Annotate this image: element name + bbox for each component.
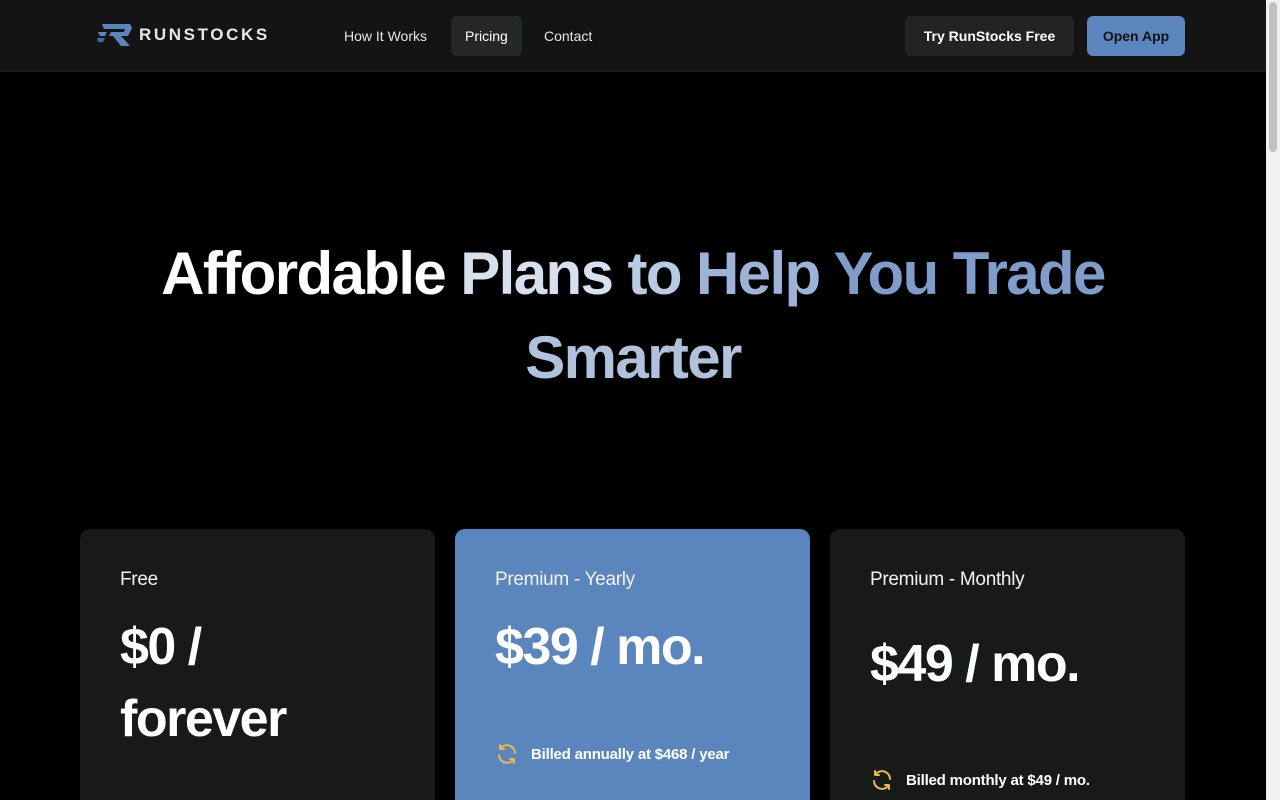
plan-price: $39 / mo. — [495, 618, 706, 676]
runstocks-logo-icon — [97, 24, 132, 46]
plan-card-premium-monthly: Premium - Monthly $49 / mo. Billed month… — [830, 529, 1185, 800]
title-word: Affordable — [161, 240, 447, 307]
plan-name: Premium - Yearly — [495, 569, 635, 590]
plan-price: $0 / — [120, 618, 202, 676]
plan-card-premium-yearly: Premium - Yearly $39 / mo. Billed annual… — [455, 529, 810, 800]
billing-note: Billed annually at $468 / year — [495, 742, 729, 766]
page-title: Affordable Plans to Help You Trade Smart… — [100, 232, 1166, 400]
billing-note: Billed monthly at $49 / mo. — [870, 768, 1090, 792]
refresh-icon — [498, 744, 516, 764]
title-word: Smarter — [525, 324, 742, 391]
open-app-button[interactable]: Open App — [1087, 16, 1185, 56]
title-word: Help — [695, 240, 821, 307]
scrollbar-thumb[interactable] — [1269, 2, 1277, 152]
nav-how-it-works[interactable]: How It Works — [330, 16, 441, 56]
nav-pricing[interactable]: Pricing — [451, 16, 522, 56]
billing-text: Billed annually at $468 / year — [531, 745, 730, 763]
title-word: You — [833, 240, 940, 307]
plan-price-period: forever — [120, 690, 287, 748]
refresh-icon — [873, 770, 891, 790]
title-word: Trade — [952, 240, 1107, 307]
plan-name: Premium - Monthly — [870, 569, 1025, 590]
title-word: to — [627, 240, 682, 307]
nav-contact[interactable]: Contact — [530, 16, 606, 56]
logo[interactable]: RUNSTOCKS — [97, 22, 270, 48]
title-word: Plans — [460, 240, 614, 307]
plan-name: Free — [120, 569, 158, 590]
billing-text: Billed monthly at $49 / mo. — [906, 771, 1090, 789]
brand-name: RUNSTOCKS — [139, 25, 270, 44]
try-free-button[interactable]: Try RunStocks Free — [905, 16, 1074, 56]
plan-price: $49 / mo. — [870, 635, 1081, 693]
top-navbar: RUNSTOCKS How It Works Pricing Contact T… — [0, 0, 1266, 72]
plan-card-free: Free $0 / forever — [80, 529, 435, 800]
